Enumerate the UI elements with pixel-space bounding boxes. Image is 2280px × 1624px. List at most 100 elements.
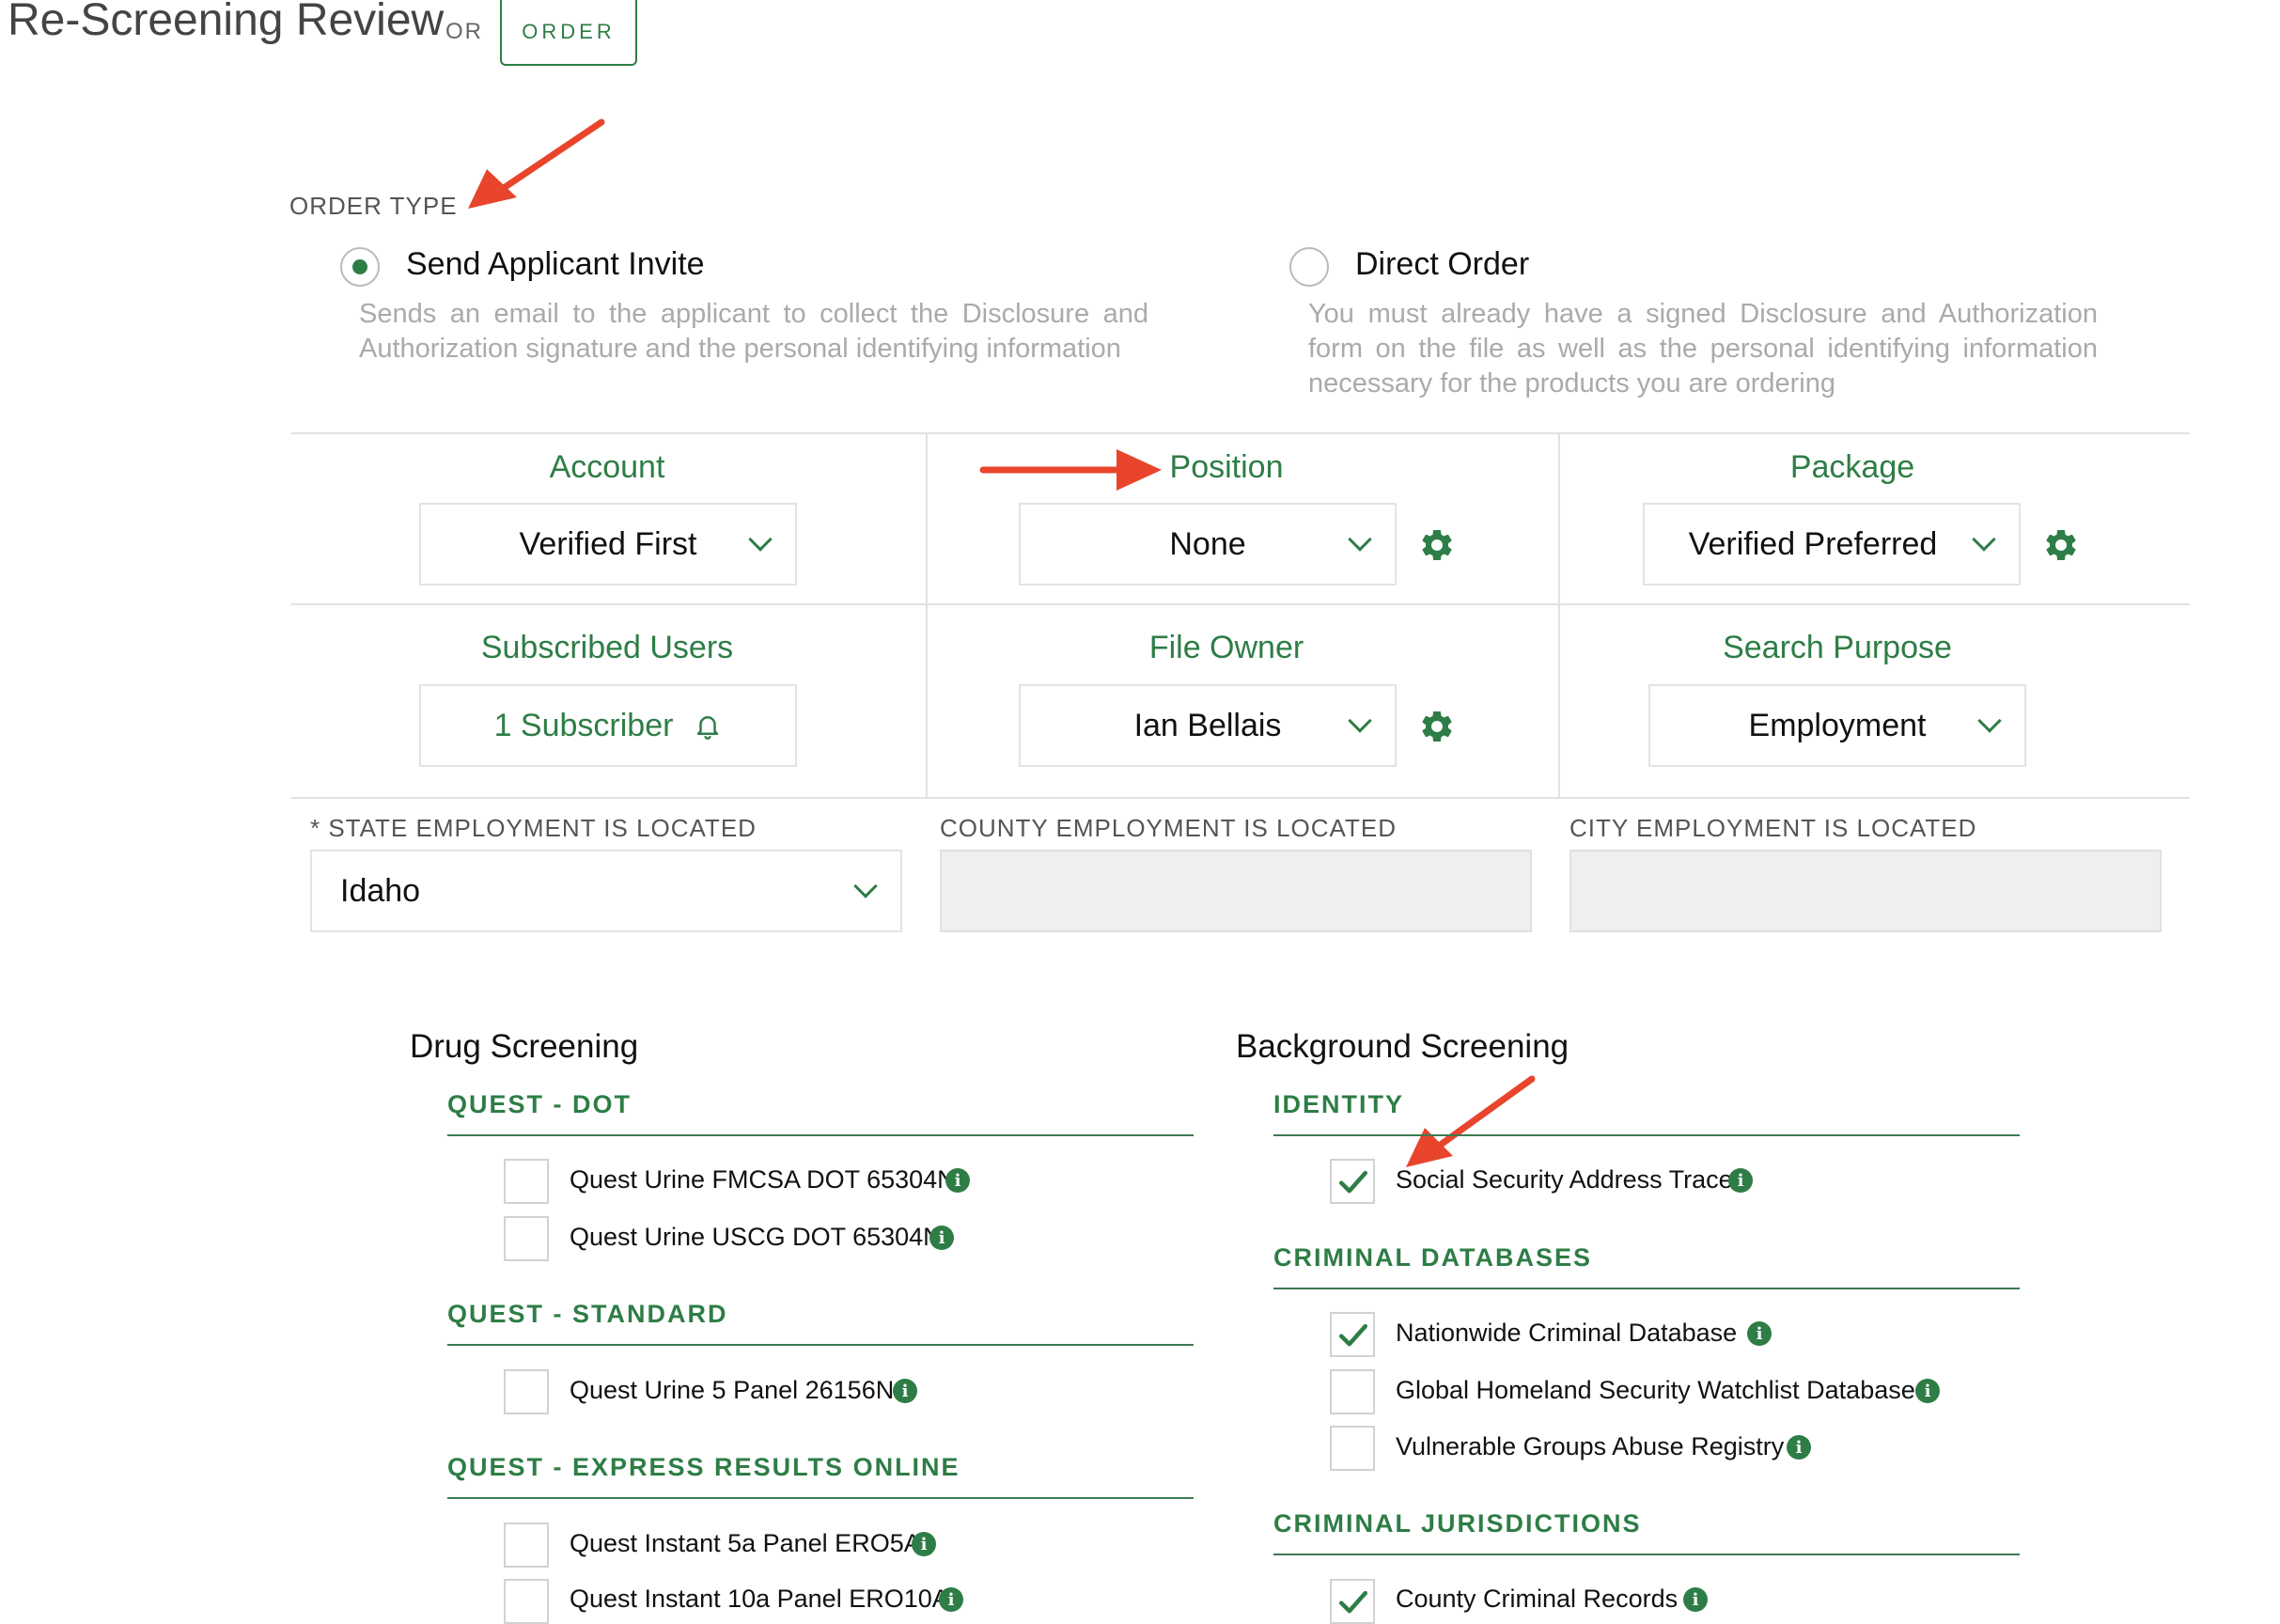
package-gear-icon[interactable] xyxy=(2042,526,2080,564)
checkmark-icon xyxy=(1338,1323,1368,1347)
chevron-down-icon xyxy=(1348,527,1372,552)
bell-icon xyxy=(697,716,719,740)
chevron-down-icon xyxy=(853,874,878,898)
file-owner-value: Ian Bellais xyxy=(1133,707,1282,743)
checkmark-icon xyxy=(1338,1170,1368,1194)
item-label: Social Security Address Trace xyxy=(1396,1165,1733,1194)
checkbox-global-homeland-watchlist[interactable] xyxy=(1330,1369,1375,1414)
subscribed-users-button[interactable]: 1 Subscriber xyxy=(419,684,797,767)
checkbox-quest-urine-uscg[interactable] xyxy=(504,1216,549,1261)
send-applicant-invite-label[interactable]: Send Applicant Invite xyxy=(406,246,705,283)
package-value: Verified Preferred xyxy=(1688,525,1938,562)
file-owner-gear-icon[interactable] xyxy=(1418,708,1456,745)
order-button[interactable]: ORDER xyxy=(500,0,637,66)
divider xyxy=(291,432,2190,434)
group-divider xyxy=(447,1134,1194,1136)
item-label: Quest Instant 5a Panel ERO5A xyxy=(570,1529,921,1557)
item-label: Quest Urine FMCSA DOT 65304N xyxy=(570,1165,956,1194)
city-label: CITY EMPLOYMENT IS LOCATED xyxy=(1569,814,1977,842)
info-icon[interactable]: i xyxy=(1683,1587,1708,1612)
position-label: Position xyxy=(1169,449,1284,485)
state-label: * STATE EMPLOYMENT IS LOCATED xyxy=(310,814,757,842)
info-icon[interactable]: i xyxy=(945,1168,970,1193)
position-select[interactable]: None xyxy=(1019,503,1397,586)
package-select[interactable]: Verified Preferred xyxy=(1643,503,2021,586)
page-title: Re-Screening Review xyxy=(8,0,445,45)
item-label: Quest Instant 10a Panel ERO10A xyxy=(570,1585,949,1613)
city-field xyxy=(1569,850,2162,932)
red-arrow-icon xyxy=(1406,1075,1536,1167)
direct-order-label[interactable]: Direct Order xyxy=(1355,246,1529,283)
checkbox-quest-urine-5-panel[interactable] xyxy=(504,1369,549,1414)
group-title-identity: IDENTITY xyxy=(1273,1090,1405,1118)
chevron-down-icon xyxy=(1972,527,1996,552)
chevron-down-icon xyxy=(1977,709,2002,733)
group-divider xyxy=(447,1344,1194,1346)
group-divider xyxy=(1273,1288,2020,1289)
chevron-down-icon xyxy=(1348,709,1372,733)
subscribed-users-label: Subscribed Users xyxy=(480,630,734,665)
drug-screening-title: Drug Screening xyxy=(410,1028,639,1065)
group-title-quest-dot: QUEST - DOT xyxy=(447,1090,632,1118)
info-icon[interactable]: i xyxy=(939,1587,963,1612)
or-separator: OR xyxy=(445,19,483,44)
group-title-quest-express: QUEST - EXPRESS RESULTS ONLINE xyxy=(447,1453,960,1481)
search-purpose-select[interactable]: Employment xyxy=(1648,684,2026,767)
item-label: Vulnerable Groups Abuse Registry xyxy=(1396,1432,1785,1460)
account-select[interactable]: Verified First xyxy=(419,503,797,586)
checkbox-vulnerable-groups[interactable] xyxy=(1330,1426,1375,1471)
info-icon[interactable]: i xyxy=(1787,1435,1811,1460)
item-label: Quest Urine 5 Panel 26156N xyxy=(570,1376,895,1404)
divider xyxy=(291,797,2190,799)
info-icon[interactable]: i xyxy=(929,1226,954,1250)
group-divider xyxy=(1273,1554,2020,1555)
package-label: Package xyxy=(1789,449,1915,485)
item-label: Nationwide Criminal Database xyxy=(1396,1319,1738,1347)
group-divider xyxy=(1273,1134,2020,1136)
order-type-label: ORDER TYPE xyxy=(289,192,458,220)
item-label: County Criminal Records xyxy=(1396,1585,1679,1613)
position-gear-icon[interactable] xyxy=(1418,526,1456,564)
chevron-down-icon xyxy=(748,527,773,552)
item-label: Global Homeland Security Watchlist Datab… xyxy=(1396,1376,1915,1404)
account-value: Verified First xyxy=(519,525,697,562)
checkbox-quest-urine-fmcsa[interactable] xyxy=(504,1159,549,1204)
county-field xyxy=(940,850,1532,932)
county-label: COUNTY EMPLOYMENT IS LOCATED xyxy=(940,814,1397,842)
info-icon[interactable]: i xyxy=(1915,1379,1940,1403)
info-icon[interactable]: i xyxy=(912,1532,936,1556)
position-value: None xyxy=(1169,525,1246,562)
account-label: Account xyxy=(549,449,665,485)
file-owner-label: File Owner xyxy=(1148,630,1304,665)
subscribed-users-value: 1 Subscriber xyxy=(493,707,674,743)
group-title-criminal-databases: CRIMINAL DATABASES xyxy=(1273,1243,1592,1272)
direct-order-description: You must already have a signed Disclosur… xyxy=(1308,299,2098,398)
divider xyxy=(926,432,928,797)
checkmark-icon xyxy=(1338,1590,1368,1614)
info-icon[interactable]: i xyxy=(1747,1321,1772,1346)
send-applicant-invite-radio[interactable] xyxy=(340,247,380,287)
checkbox-nationwide-criminal[interactable] xyxy=(1330,1312,1375,1357)
info-icon[interactable]: i xyxy=(1728,1168,1753,1193)
search-purpose-label: Search Purpose xyxy=(1723,630,1952,665)
group-title-quest-standard: QUEST - STANDARD xyxy=(447,1300,728,1328)
file-owner-select[interactable]: Ian Bellais xyxy=(1019,684,1397,767)
checkbox-quest-instant-5a[interactable] xyxy=(504,1522,549,1568)
red-arrow-icon xyxy=(468,118,605,209)
direct-order-radio[interactable] xyxy=(1289,247,1329,287)
background-screening-title: Background Screening xyxy=(1236,1028,1569,1065)
state-value: Idaho xyxy=(340,872,421,909)
divider xyxy=(1558,432,1560,797)
state-select[interactable]: Idaho xyxy=(310,850,902,932)
checkbox-county-criminal-records[interactable] xyxy=(1330,1579,1375,1624)
divider xyxy=(291,603,2190,605)
info-icon[interactable]: i xyxy=(893,1379,917,1403)
group-title-criminal-jurisdictions: CRIMINAL JURISDICTIONS xyxy=(1273,1509,1642,1538)
search-purpose-value: Employment xyxy=(1748,707,1927,743)
send-applicant-invite-description: Sends an email to the applicant to colle… xyxy=(359,299,1148,364)
checkbox-quest-instant-10a[interactable] xyxy=(504,1579,549,1624)
group-divider xyxy=(447,1497,1194,1499)
item-label: Quest Urine USCG DOT 65304N xyxy=(570,1223,942,1251)
checkbox-social-security-trace[interactable] xyxy=(1330,1159,1375,1204)
radio-selected-dot xyxy=(352,259,367,274)
